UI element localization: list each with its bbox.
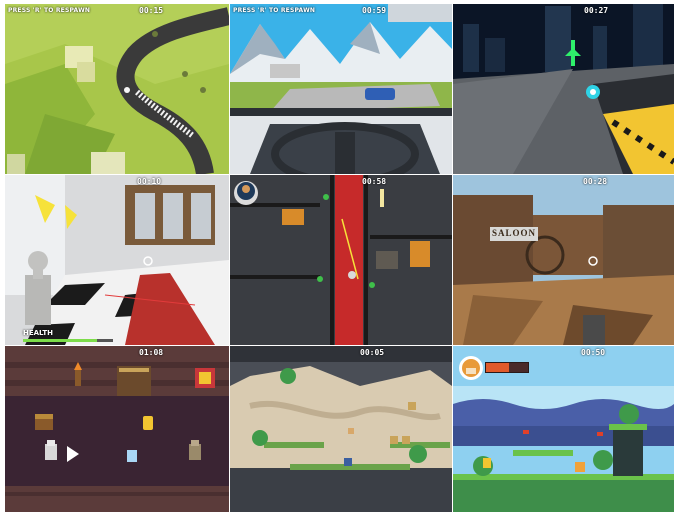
cave-scene: [230, 346, 452, 512]
respawn-hint: PRESS 'R' TO RESPAWN: [233, 7, 316, 14]
timer: 00:59: [362, 6, 387, 15]
timer: 00:27: [584, 6, 609, 15]
museum-scene: [5, 175, 229, 345]
saloon-sign: SALOON: [492, 228, 537, 238]
tile-western-saloon: SALOON 00:28: [453, 175, 674, 345]
top-down-scene: [230, 175, 452, 345]
tile-futuristic-racer: 00:27: [453, 4, 674, 174]
timer: 00:58: [362, 177, 387, 186]
tile-pixel-dungeon: 01:08: [5, 346, 229, 512]
dungeon-scene: [5, 346, 229, 512]
game-collage-grid: PRESS 'R' TO RESPAWN 00:15 PRESS 'R' TO …: [0, 0, 678, 516]
health-bar-track: [23, 339, 113, 342]
timer: 00:50: [581, 348, 606, 357]
tile-top-down-shooter: 00:58: [230, 175, 452, 345]
timer: 00:10: [137, 177, 162, 186]
racing-aerial-scene: [5, 4, 229, 174]
timer: 00:05: [360, 348, 385, 357]
tile-car-cockpit: PRESS 'R' TO RESPAWN 00:59: [230, 4, 452, 174]
tile-pixel-shiba: 00:50: [453, 346, 674, 512]
tile-pixel-cave: 00:05: [230, 346, 452, 512]
respawn-hint: PRESS 'R' TO RESPAWN: [8, 7, 91, 14]
western-scene: [453, 175, 674, 345]
tile-low-poly-racing: PRESS 'R' TO RESPAWN 00:15: [5, 4, 229, 174]
health-bar-fill: [23, 339, 97, 342]
tile-museum-fps: 00:10 HEALTH: [5, 175, 229, 345]
timer: 01:08: [139, 348, 164, 357]
player-health-bar: [485, 362, 529, 373]
player-health-fill: [486, 363, 510, 372]
city-racer-scene: [453, 4, 674, 174]
timer: 00:28: [583, 177, 608, 186]
health-label: HEALTH: [23, 329, 53, 337]
timer: 00:15: [139, 6, 164, 15]
cockpit-scene: [230, 4, 452, 174]
